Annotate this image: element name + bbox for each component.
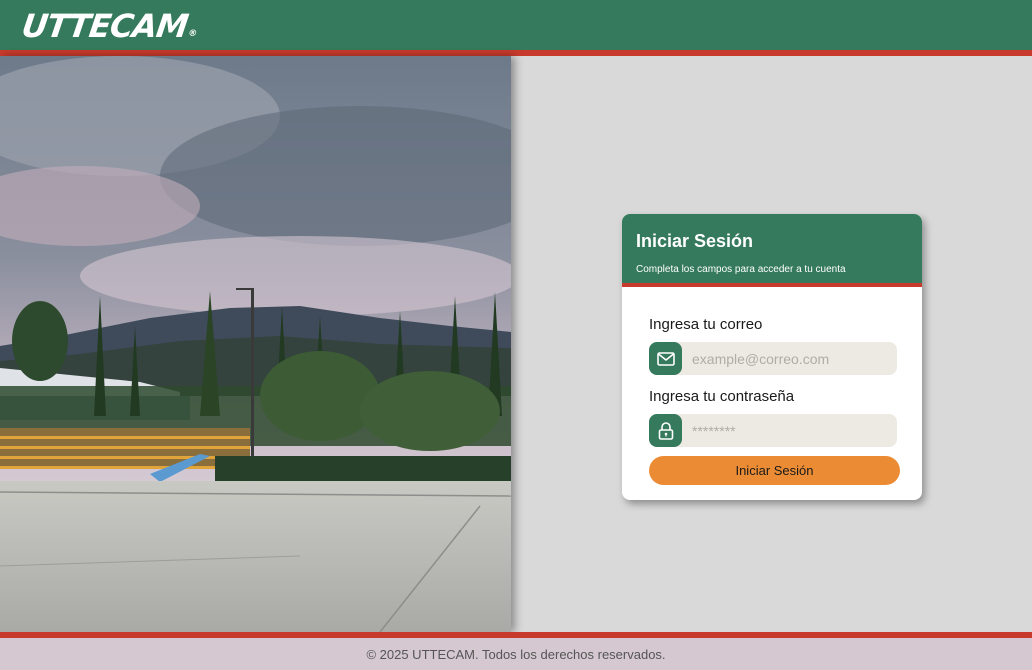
registered-mark: ® (187, 29, 197, 39)
lock-icon (649, 414, 682, 447)
copyright-text: © 2025 UTTECAM. Todos los derechos reser… (366, 646, 666, 662)
password-label: Ingresa tu contraseña (649, 388, 795, 405)
login-card-header: Iniciar Sesión Completa los campos para … (622, 214, 922, 283)
login-submit-button[interactable]: Iniciar Sesión (649, 456, 900, 485)
login-card: Iniciar Sesión Completa los campos para … (622, 214, 922, 500)
login-title: Iniciar Sesión (636, 231, 754, 251)
login-subtitle: Completa los campos para acceder a tu cu… (636, 264, 846, 275)
footer: © 2025 UTTECAM. Todos los derechos reser… (0, 638, 1032, 670)
campus-photo (0, 56, 511, 632)
email-field[interactable] (649, 342, 897, 375)
password-input[interactable] (685, 414, 893, 447)
card-accent-stripe (622, 283, 922, 287)
mail-icon (649, 342, 682, 375)
logo-text: UTTECAM (19, 7, 190, 45)
password-field[interactable] (649, 414, 897, 447)
email-label: Ingresa tu correo (649, 316, 763, 333)
uttecam-logo[interactable]: UTTECAM ® (19, 7, 199, 45)
email-input[interactable] (685, 342, 893, 375)
top-bar: UTTECAM ® (0, 0, 1032, 50)
